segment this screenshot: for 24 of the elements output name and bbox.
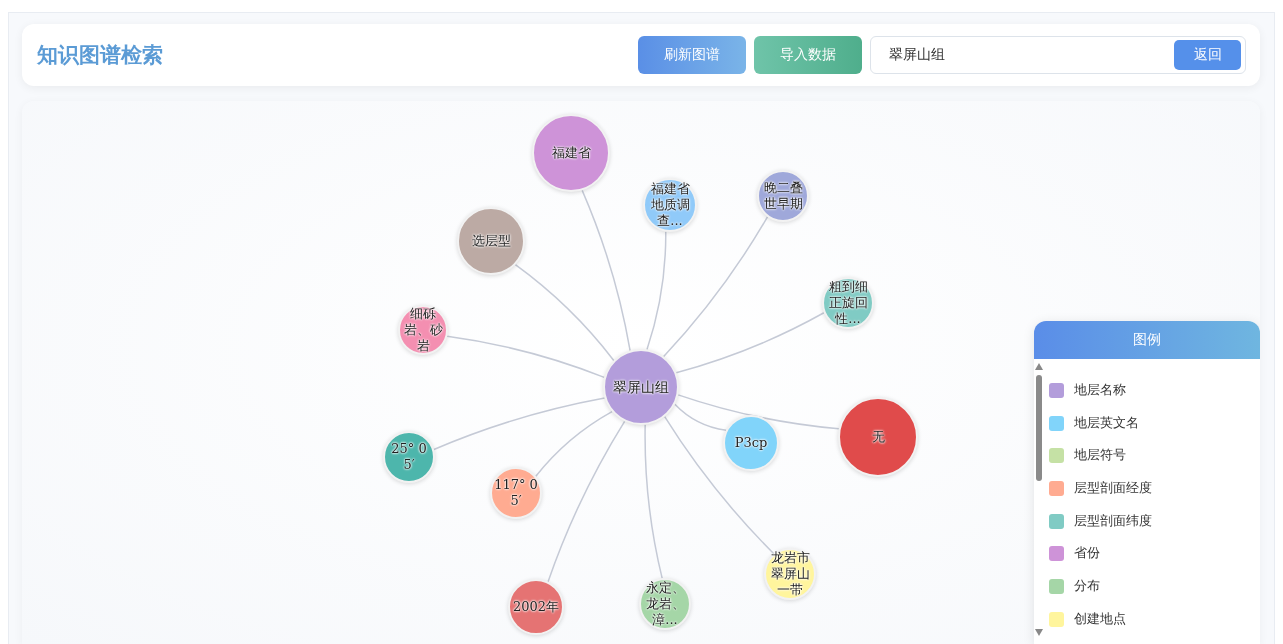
graph-node[interactable]: 117° 05′ <box>490 467 542 519</box>
graph-node[interactable]: 细砾岩、砂岩 <box>398 305 448 355</box>
graph-node[interactable]: 翠屏山组 <box>603 349 679 425</box>
graph-node[interactable]: 永定、龙岩、漳... <box>639 578 691 630</box>
legend-title: 图例 <box>1034 321 1260 359</box>
graph-node[interactable]: 福建省地质调查... <box>643 178 697 232</box>
search-field[interactable]: 翠屏山组 返回 <box>870 36 1246 74</box>
graph-node[interactable]: 晚二叠世早期 <box>757 170 809 222</box>
legend-label: 地层英文名 <box>1074 414 1139 432</box>
legend-label: 创建地点 <box>1074 610 1126 628</box>
graph-node[interactable]: 2002年 <box>508 579 564 635</box>
graph-node[interactable]: P3cp <box>723 415 779 471</box>
page-title: 知识图谱检索 <box>37 42 164 69</box>
graph-node[interactable]: 粗到细正旋回性... <box>822 277 874 329</box>
legend-label: 分布 <box>1074 577 1100 595</box>
graph-node[interactable]: 选层型 <box>457 207 525 275</box>
legend-label: 地层名称 <box>1074 381 1126 399</box>
graph-node[interactable]: 25° 05′ <box>383 431 435 483</box>
legend-label: 层型剖面经度 <box>1074 479 1152 497</box>
legend-label: 层型剖面纬度 <box>1074 512 1152 530</box>
graph-node[interactable]: 龙岩市翠屏山一带 <box>764 548 816 600</box>
graph-node[interactable]: 福建省 <box>532 114 610 192</box>
legend-label: 地层符号 <box>1074 447 1126 465</box>
legend-label: 省份 <box>1074 545 1100 563</box>
